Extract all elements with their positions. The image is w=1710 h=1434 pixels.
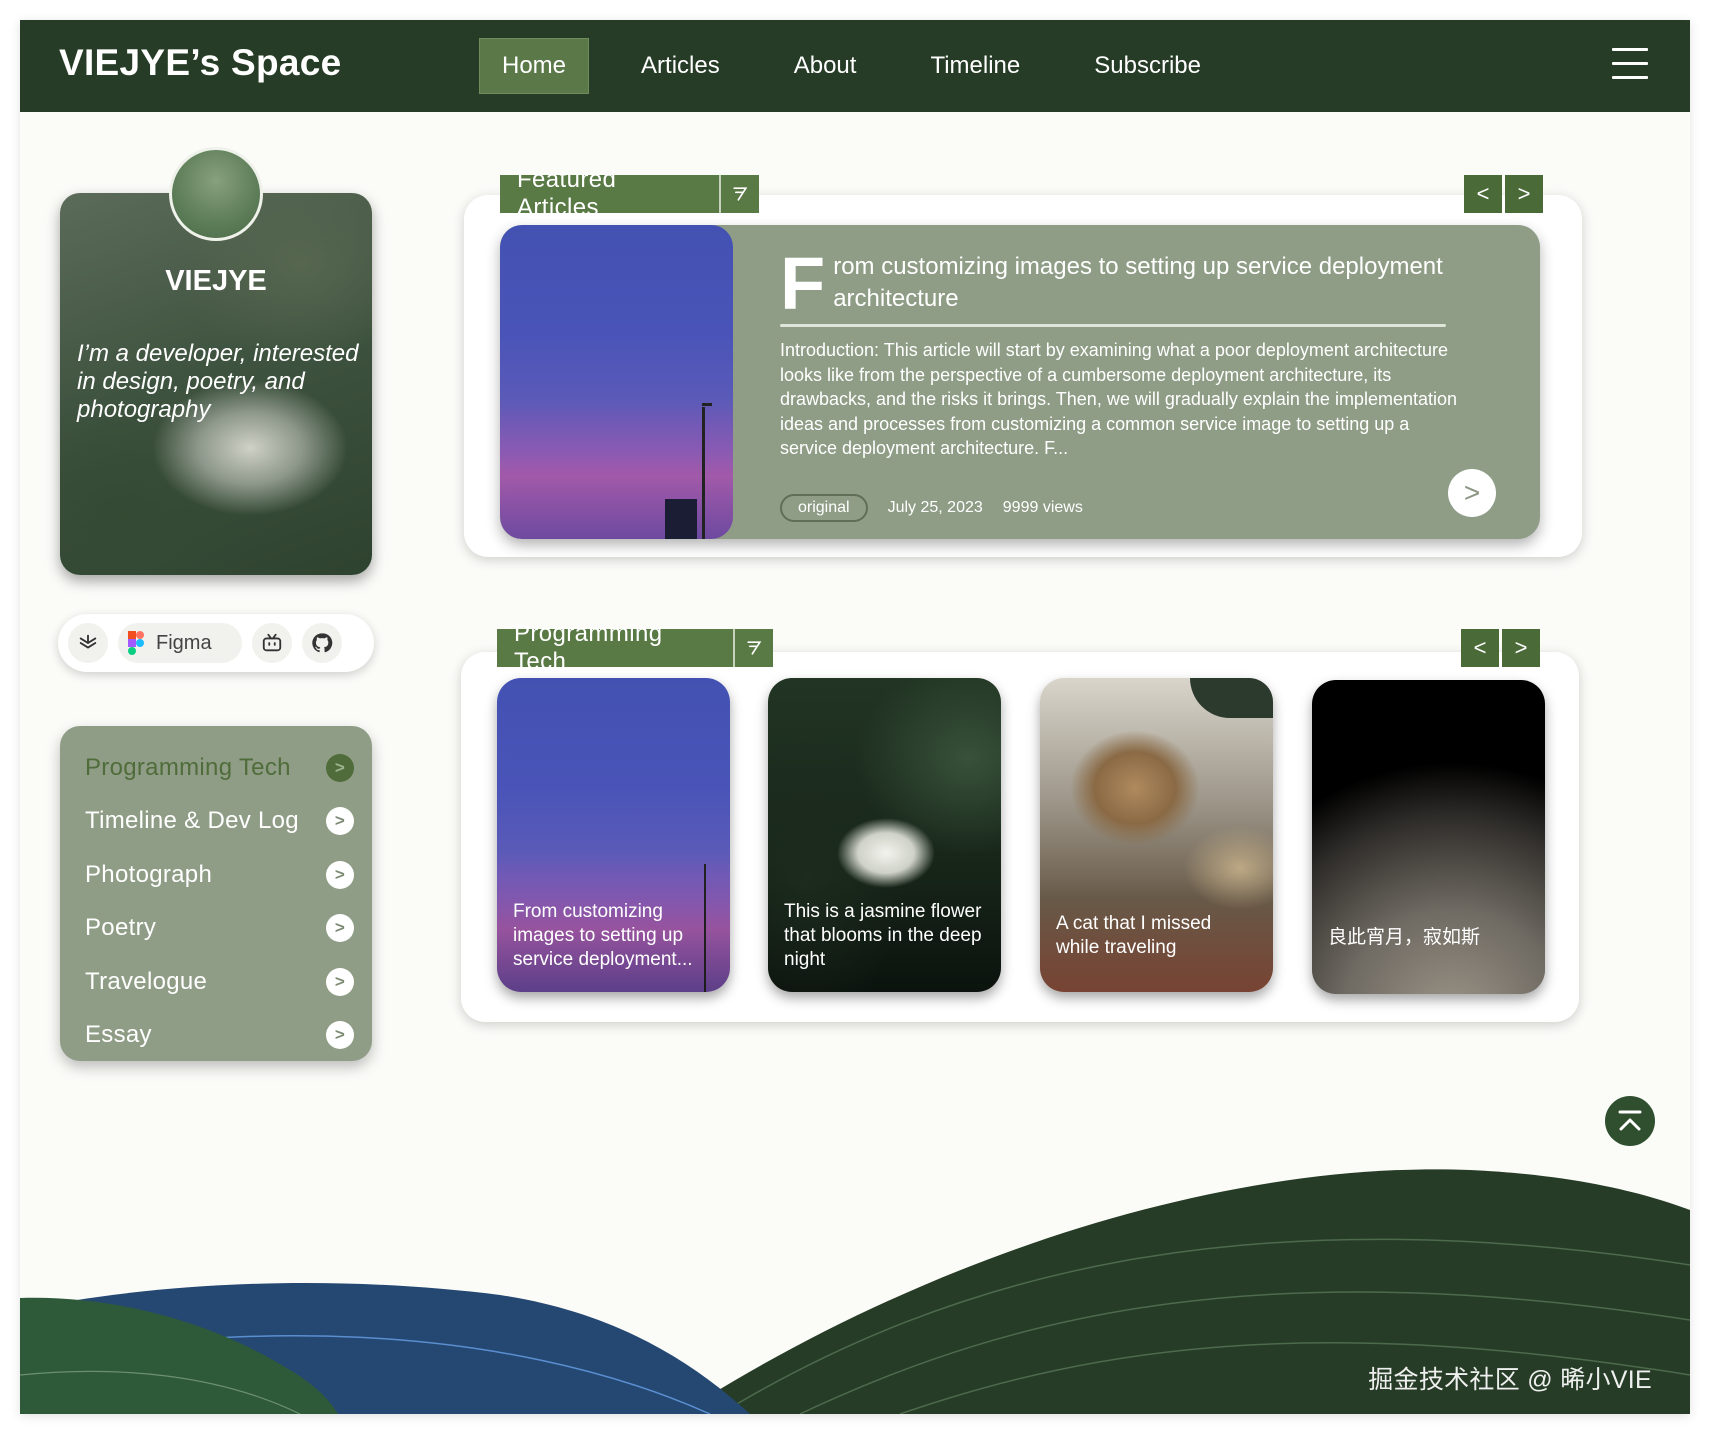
page-frame: VIEJYE’s Space Home Articles About Timel… [20,20,1690,1414]
avatar[interactable] [169,147,263,241]
decorative-waves [20,1169,1690,1414]
watermark: 掘金技术社区 @ 晞小VIE [1368,1366,1652,1394]
